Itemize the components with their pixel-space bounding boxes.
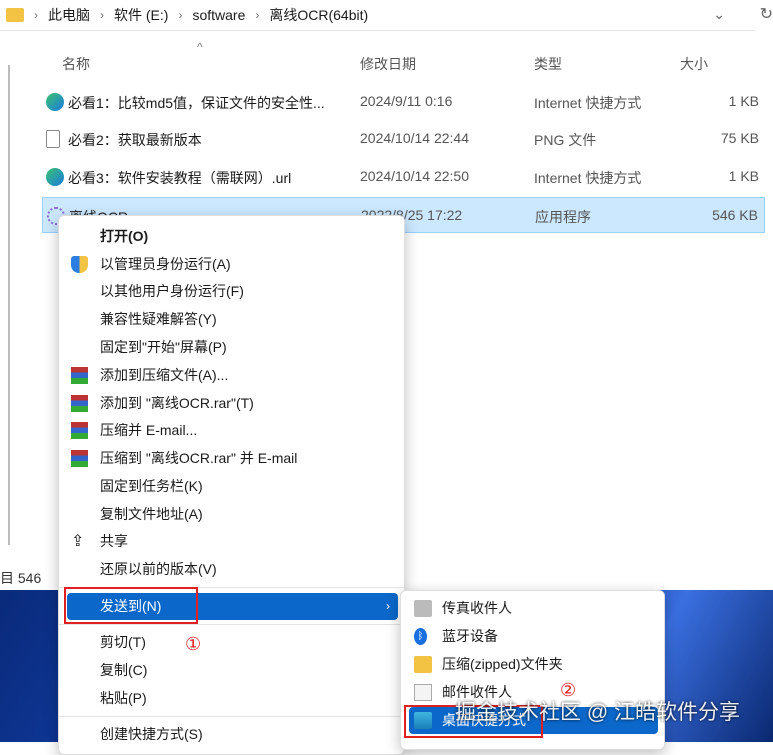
column-header-size[interactable]: 大小 <box>680 54 708 80</box>
menu-item-compress-rar-email[interactable]: 压缩到 "离线OCR.rar" 并 E-mail <box>67 445 398 472</box>
nav-pane-scrollbar[interactable] <box>8 65 10 545</box>
file-row[interactable]: 必看3：软件安装教程（需联网）.url 2024/10/14 22:50 Inter… <box>42 159 765 195</box>
file-date: 2024/10/14 22:50 <box>360 168 469 184</box>
breadcrumb-item[interactable]: software <box>192 7 245 23</box>
edge-shortcut-icon <box>46 168 64 186</box>
breadcrumb-item[interactable]: 此电脑 <box>48 5 90 25</box>
breadcrumb-item[interactable]: 离线OCR(64bit) <box>269 5 368 25</box>
menu-item-pin-taskbar[interactable]: 固定到任务栏(K) <box>67 473 398 500</box>
menu-item-add-rar[interactable]: 添加到 "离线OCR.rar"(T) <box>67 390 398 417</box>
file-type: Internet 快捷方式 <box>534 170 642 186</box>
file-row[interactable]: 必看2：获取最新版本 2024/10/14 22:44 PNG 文件 75 KB <box>42 121 765 157</box>
watermark: 掘金技术社区 @ 江皓软件分享 <box>455 701 740 724</box>
folder-icon <box>6 8 24 22</box>
file-size: 1 KB <box>728 168 759 184</box>
column-header-name[interactable]: 名称 <box>62 54 90 80</box>
menu-item-copy[interactable]: 复制(C) <box>67 657 398 684</box>
breadcrumb-item[interactable]: 软件 (E:) <box>114 5 168 25</box>
file-type: 应用程序 <box>535 209 591 225</box>
share-icon: ⇪ <box>71 533 85 550</box>
menu-item-run-as-admin[interactable]: 以管理员身份运行(A) <box>67 251 398 278</box>
zip-folder-icon <box>414 656 432 673</box>
shield-icon <box>71 256 88 273</box>
submenu-item-zip[interactable]: 压缩(zipped)文件夹 <box>409 651 658 678</box>
png-file-icon <box>46 130 60 148</box>
file-type: Internet 快捷方式 <box>534 95 642 111</box>
file-size: 75 KB <box>720 130 759 146</box>
column-header-date[interactable]: 修改日期 <box>360 54 416 80</box>
menu-item-share[interactable]: ⇪ 共享 <box>67 528 398 555</box>
menu-item-compress-email[interactable]: 压缩并 E-mail... <box>67 417 398 444</box>
winrar-icon <box>71 450 88 467</box>
sort-ascending-icon: ^ <box>197 40 203 54</box>
file-date: 2024/9/11 0:16 <box>360 93 453 109</box>
file-type: PNG 文件 <box>534 132 597 148</box>
menu-item-cut[interactable]: 剪切(T) <box>67 629 398 656</box>
mail-icon <box>414 684 432 701</box>
annotation-box-send-to <box>64 587 198 624</box>
menu-item-create-shortcut[interactable]: 创建快捷方式(S) <box>67 721 398 748</box>
annotation-step-1: ① <box>185 634 202 654</box>
file-size: 546 KB <box>712 207 758 223</box>
address-bar[interactable]: › 此电脑 › 软件 (E:) › software › 离线OCR(64bit) ⌄ … <box>0 0 773 31</box>
file-row[interactable]: 必看1：比较md5值，保证文件的安全性... 2024/9/11 0:16 Inte… <box>42 84 765 120</box>
menu-item-paste[interactable]: 粘贴(P) <box>67 685 398 712</box>
chevron-down-icon[interactable]: ⌄ <box>713 6 725 23</box>
menu-item-troubleshoot[interactable]: 兼容性疑难解答(Y) <box>67 306 398 333</box>
menu-item-pin-start[interactable]: 固定到"开始"屏幕(P) <box>67 334 398 361</box>
menu-item-copy-path[interactable]: 复制文件地址(A) <box>67 501 398 528</box>
file-name: 必看3：软件安装教程（需联网）.url <box>68 170 292 186</box>
fax-icon <box>414 600 432 617</box>
column-header-type[interactable]: 类型 <box>534 54 562 80</box>
bluetooth-icon: ᛒ <box>414 628 427 645</box>
context-menu: 打开(O) 以管理员身份运行(A) 以其他用户身份运行(F) 兼容性疑难解答(Y… <box>58 215 405 755</box>
winrar-icon <box>71 422 88 439</box>
menu-divider <box>59 716 404 717</box>
menu-item-open[interactable]: 打开(O) <box>67 223 398 250</box>
file-name: 必看2：获取最新版本 <box>68 132 202 148</box>
menu-divider <box>59 624 404 625</box>
chevron-right-icon: › <box>386 599 390 613</box>
status-bar-text: 项目 546 <box>0 570 42 586</box>
submenu-item-bluetooth[interactable]: ᛒ 蓝牙设备 <box>409 623 658 650</box>
file-size: 1 KB <box>728 93 759 109</box>
file-name: 必看1：比较md5值，保证文件的安全性... <box>68 95 325 111</box>
menu-item-add-archive[interactable]: 添加到压缩文件(A)... <box>67 362 398 389</box>
file-date: 2024/10/14 22:44 <box>360 130 469 146</box>
menu-item-restore-versions[interactable]: 还原以前的版本(V) <box>67 556 398 583</box>
refresh-icon[interactable]: ↻ <box>760 4 773 24</box>
submenu-item-fax[interactable]: 传真收件人 <box>409 595 658 622</box>
edge-shortcut-icon <box>46 93 64 111</box>
menu-item-run-as-other-user[interactable]: 以其他用户身份运行(F) <box>67 278 398 305</box>
winrar-icon <box>71 367 88 384</box>
winrar-icon <box>71 395 88 412</box>
